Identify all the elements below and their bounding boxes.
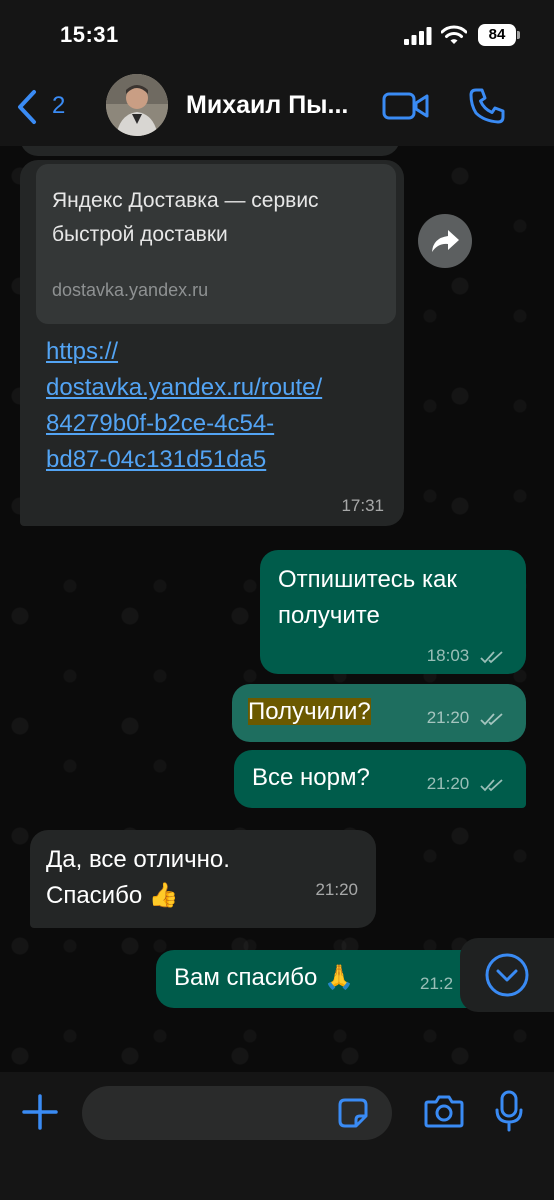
- read-receipt-icon: [480, 650, 503, 663]
- input-bar: [0, 1072, 554, 1200]
- incoming-message[interactable]: Да, все отлично. Спасибо 👍 21:20: [30, 830, 376, 928]
- avatar[interactable]: [106, 74, 168, 136]
- forward-arrow-icon: [432, 230, 459, 252]
- message-text: Все норм?: [252, 764, 370, 791]
- message-time: 21:2: [420, 974, 454, 993]
- scroll-to-bottom-button[interactable]: [460, 938, 554, 1012]
- forward-button[interactable]: [418, 214, 472, 268]
- message-line: Спасибо 👍: [46, 882, 179, 909]
- contact-name[interactable]: Михаил Пы...: [186, 91, 348, 120]
- message-line: Да, все отлично.: [46, 846, 230, 873]
- phone-call-icon[interactable]: [468, 87, 506, 125]
- wifi-icon: [441, 25, 467, 44]
- message-text: Получили?: [248, 694, 371, 730]
- message-line: получите: [278, 602, 380, 629]
- unread-count[interactable]: 2: [52, 92, 65, 120]
- message-time: 18:03: [426, 646, 470, 665]
- message-text: Да, все отлично. Спасибо 👍: [46, 842, 230, 914]
- chat-messages[interactable]: Яндекс Доставка — сервис быстрой доставк…: [0, 146, 554, 1072]
- search-highlight: Получили?: [248, 698, 371, 725]
- camera-icon[interactable]: [424, 1094, 464, 1128]
- link-preview-domain: dostavka.yandex.ru: [52, 280, 209, 300]
- link-preview-card[interactable]: Яндекс Доставка — сервис быстрой доставк…: [36, 164, 396, 324]
- message-meta: 21:20: [427, 708, 508, 728]
- avatar-photo: [106, 74, 168, 136]
- outgoing-message[interactable]: Отпишитесь как получите 18:03: [260, 550, 526, 674]
- message-time: 21:20: [426, 708, 470, 727]
- plus-icon[interactable]: [22, 1094, 58, 1130]
- link-line: 84279b0f-b2ce-4c54-: [46, 410, 275, 437]
- incoming-link-message[interactable]: Яндекс Доставка — сервис быстрой доставк…: [20, 160, 404, 526]
- back-chevron-icon[interactable]: [12, 88, 42, 126]
- status-bar: 15:31 84: [0, 0, 554, 70]
- outgoing-message-selected[interactable]: Получили? 21:20: [232, 684, 526, 742]
- message-time: 21:20: [315, 880, 358, 899]
- message-meta: 18:03: [427, 646, 508, 666]
- message-input[interactable]: [82, 1086, 392, 1140]
- message-link[interactable]: https:// dostavka.yandex.ru/route/ 84279…: [46, 334, 322, 478]
- message-line: Отпишитесь как: [278, 566, 457, 593]
- microphone-icon[interactable]: [494, 1090, 524, 1132]
- chevron-down-icon: [485, 953, 529, 997]
- message-text: Отпишитесь как получите: [278, 562, 457, 634]
- read-receipt-icon: [480, 778, 503, 791]
- link-line: bd87-04c131d51da5: [46, 446, 267, 473]
- message-meta: 21:20: [427, 774, 508, 794]
- message-text: Вам спасибо 🙏: [174, 964, 354, 991]
- cellular-signal-icon: [404, 27, 432, 45]
- link-line: dostavka.yandex.ru/route/: [46, 374, 323, 401]
- previous-message-edge: [20, 146, 400, 156]
- link-preview-title: Яндекс Доставка — сервис быстрой доставк…: [52, 189, 319, 246]
- battery-indicator: 84: [478, 24, 520, 46]
- outgoing-message[interactable]: Все норм? 21:20: [234, 750, 526, 808]
- chat-header: 2 Михаил Пы...: [0, 70, 554, 146]
- message-time: 17:31: [341, 496, 384, 515]
- message-time: 21:20: [426, 774, 470, 793]
- video-call-icon[interactable]: [382, 90, 430, 122]
- status-time: 15:31: [60, 22, 119, 47]
- read-receipt-icon: [480, 712, 503, 725]
- link-line: https://: [46, 338, 119, 365]
- sticker-icon[interactable]: [338, 1098, 368, 1128]
